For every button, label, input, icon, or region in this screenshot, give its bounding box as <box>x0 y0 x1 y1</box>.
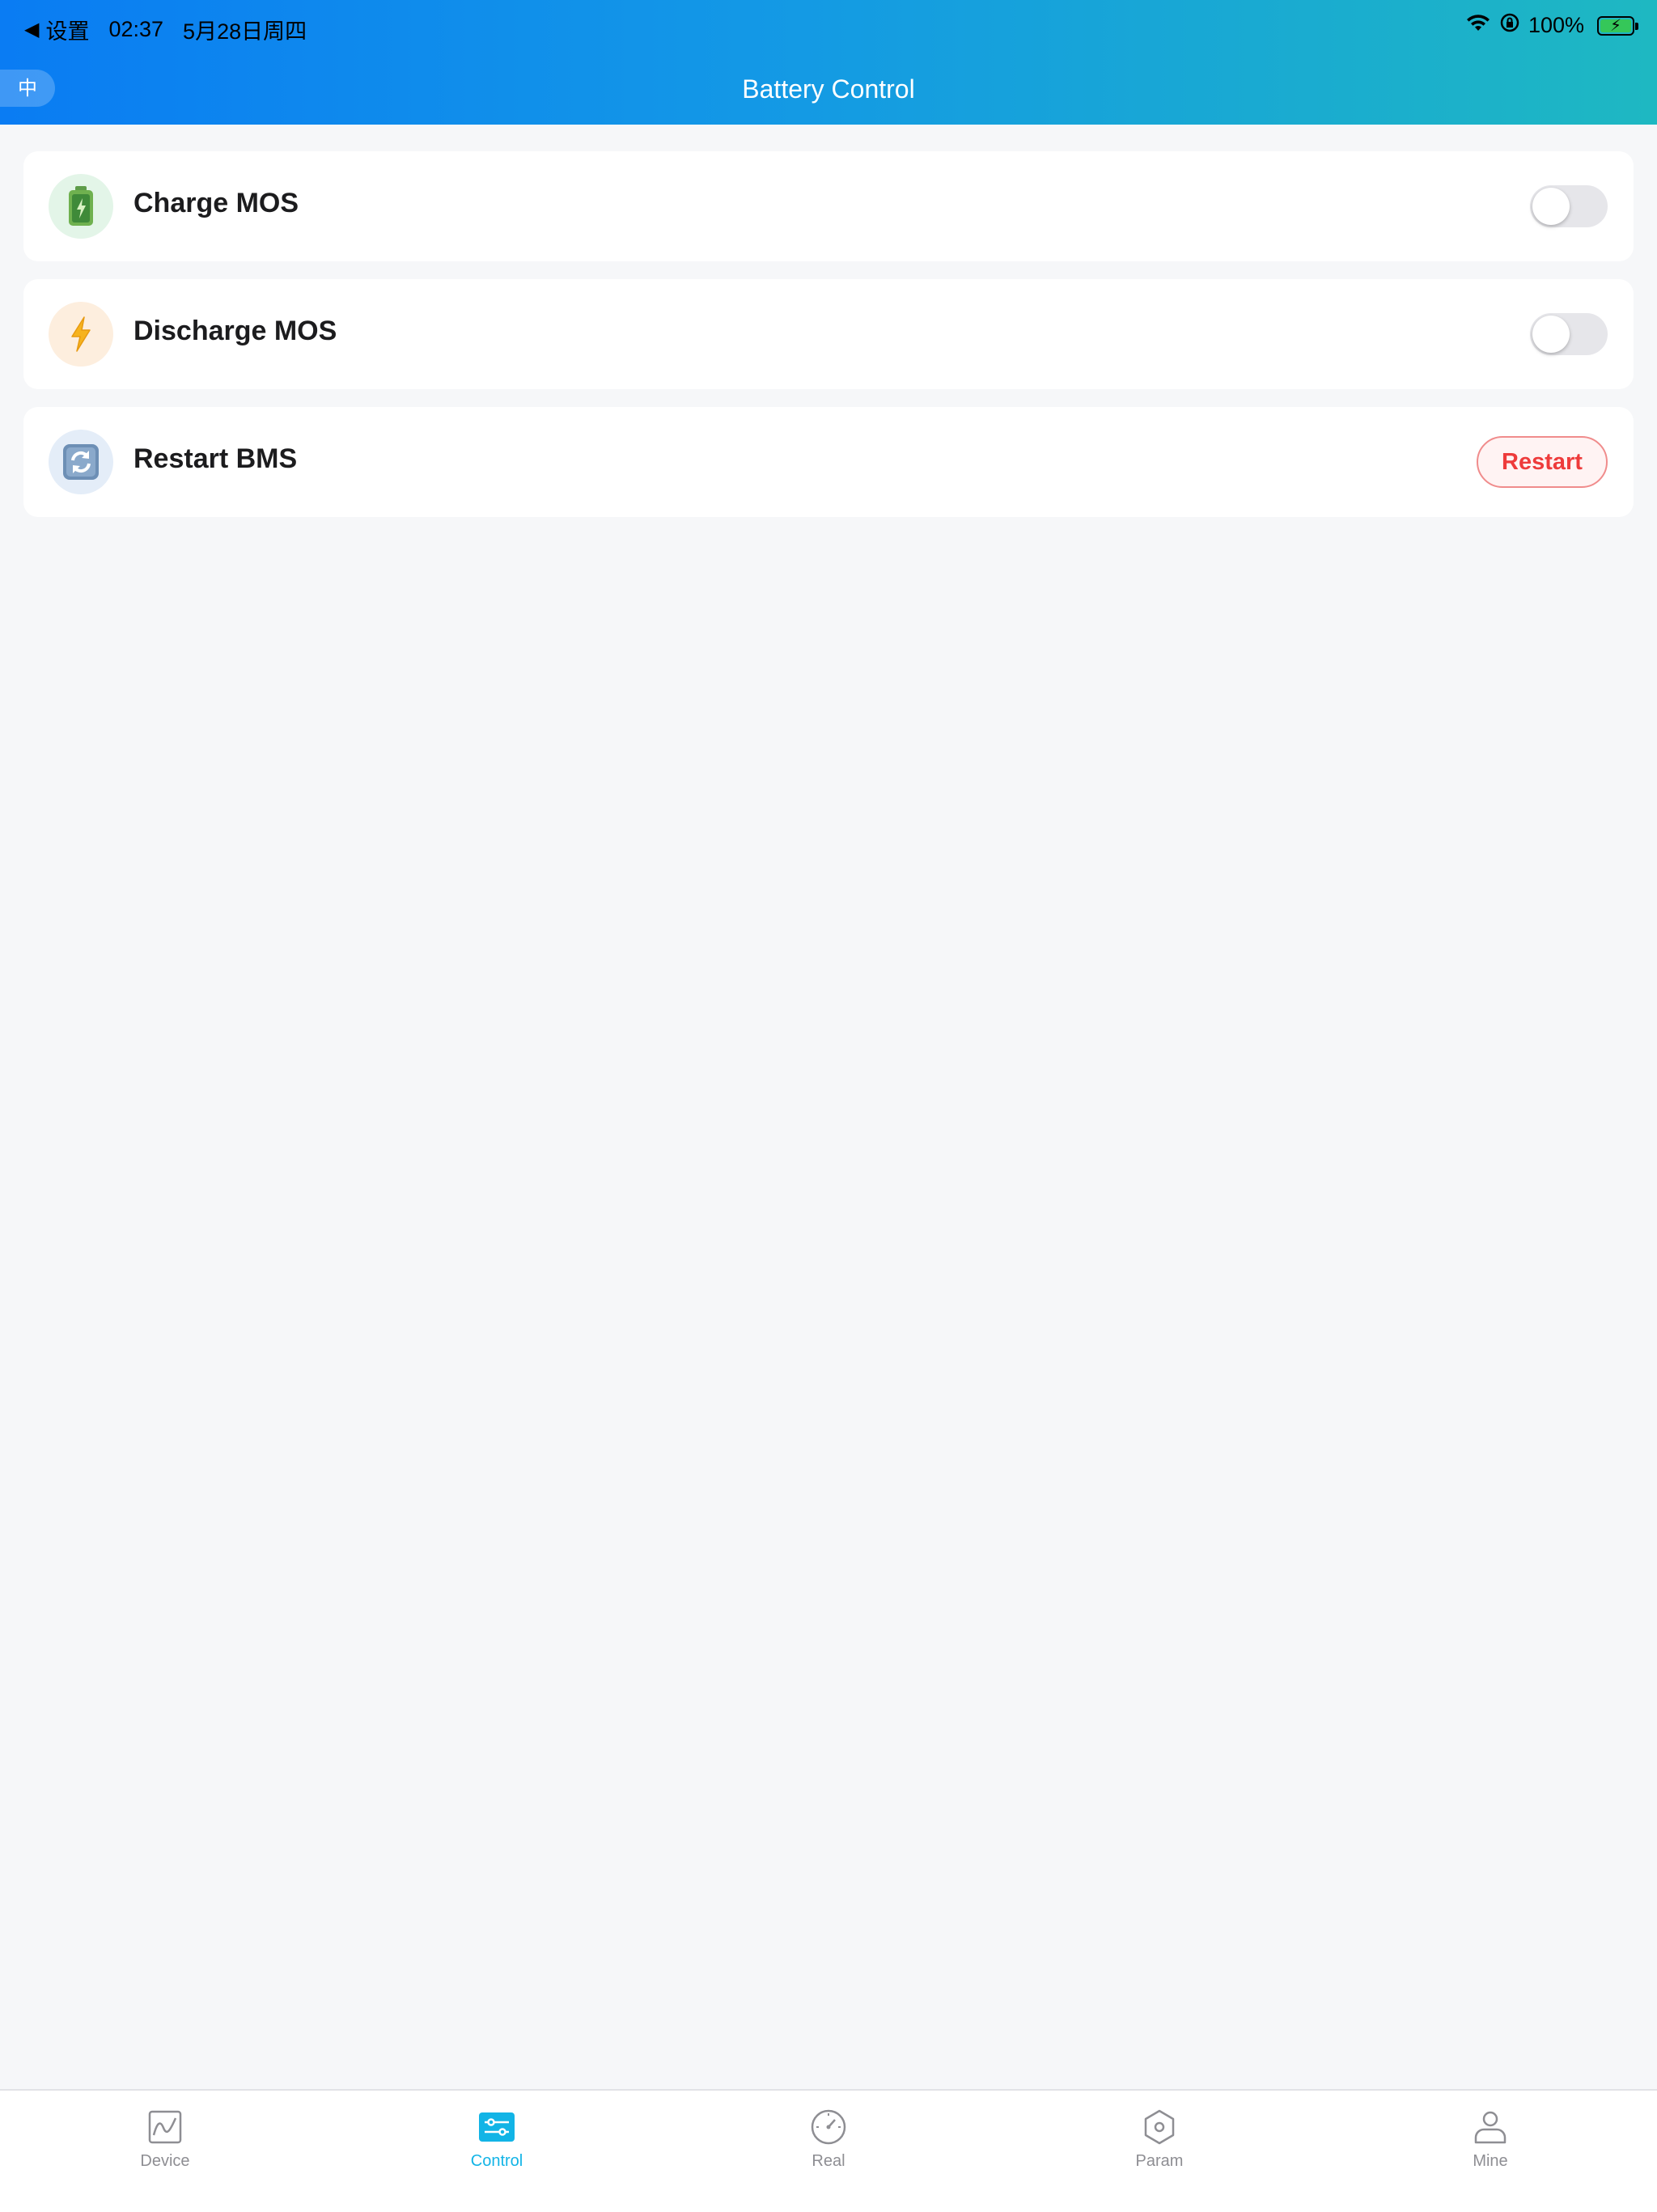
discharge-mos-card: Discharge MOS <box>23 279 1634 389</box>
tab-label: Param <box>1135 2152 1184 2170</box>
lightning-icon <box>49 302 113 367</box>
battery-icon: ⚡ <box>1597 15 1638 36</box>
orientation-lock-icon <box>1499 12 1520 39</box>
restart-bms-label: Restart BMS <box>133 443 298 474</box>
status-time: 02:37 <box>108 17 164 41</box>
user-icon <box>1470 2107 1511 2147</box>
page-title: Battery Control <box>742 74 915 104</box>
tab-label: Real <box>812 2152 845 2170</box>
restart-button[interactable]: Restart <box>1477 436 1608 488</box>
status-bar: ◀ 设置 02:37 5月28日周四 100% ⚡ <box>0 0 1657 52</box>
sliders-icon <box>477 2107 517 2147</box>
wifi-icon <box>1465 13 1491 38</box>
app-header: ◀ 设置 02:37 5月28日周四 100% ⚡ 中 Battery Cont… <box>0 0 1657 125</box>
restart-bms-card: Restart BMS Restart <box>23 407 1634 517</box>
tab-device[interactable]: Device <box>44 2091 286 2180</box>
chart-icon <box>145 2107 185 2147</box>
gauge-icon <box>808 2107 849 2147</box>
back-to-settings-link[interactable]: 设置 <box>45 14 89 45</box>
toggle-knob <box>1532 188 1570 225</box>
battery-icon <box>49 174 113 239</box>
status-date: 5月28日周四 <box>183 19 307 44</box>
discharge-mos-toggle[interactable] <box>1530 313 1608 355</box>
tab-control[interactable]: Control <box>375 2091 618 2180</box>
back-arrow-icon[interactable]: ◀ <box>24 18 39 41</box>
toggle-knob <box>1532 316 1570 353</box>
tab-label: Control <box>470 2152 523 2170</box>
tab-mine[interactable]: Mine <box>1369 2091 1612 2180</box>
tab-param[interactable]: Param <box>1038 2091 1281 2180</box>
battery-percent: 100% <box>1528 13 1584 37</box>
refresh-icon <box>49 430 113 494</box>
tab-label: Mine <box>1473 2152 1508 2170</box>
discharge-mos-label: Discharge MOS <box>133 316 337 346</box>
charge-mos-card: Charge MOS <box>23 151 1634 261</box>
charge-mos-label: Charge MOS <box>133 188 299 218</box>
tab-real[interactable]: Real <box>707 2091 950 2180</box>
charge-mos-toggle[interactable] <box>1530 185 1608 227</box>
hexagon-nut-icon <box>1139 2107 1180 2147</box>
tab-label: Device <box>140 2152 190 2170</box>
bottom-tab-bar: Device Control Real Param Mine <box>0 2089 1657 2212</box>
